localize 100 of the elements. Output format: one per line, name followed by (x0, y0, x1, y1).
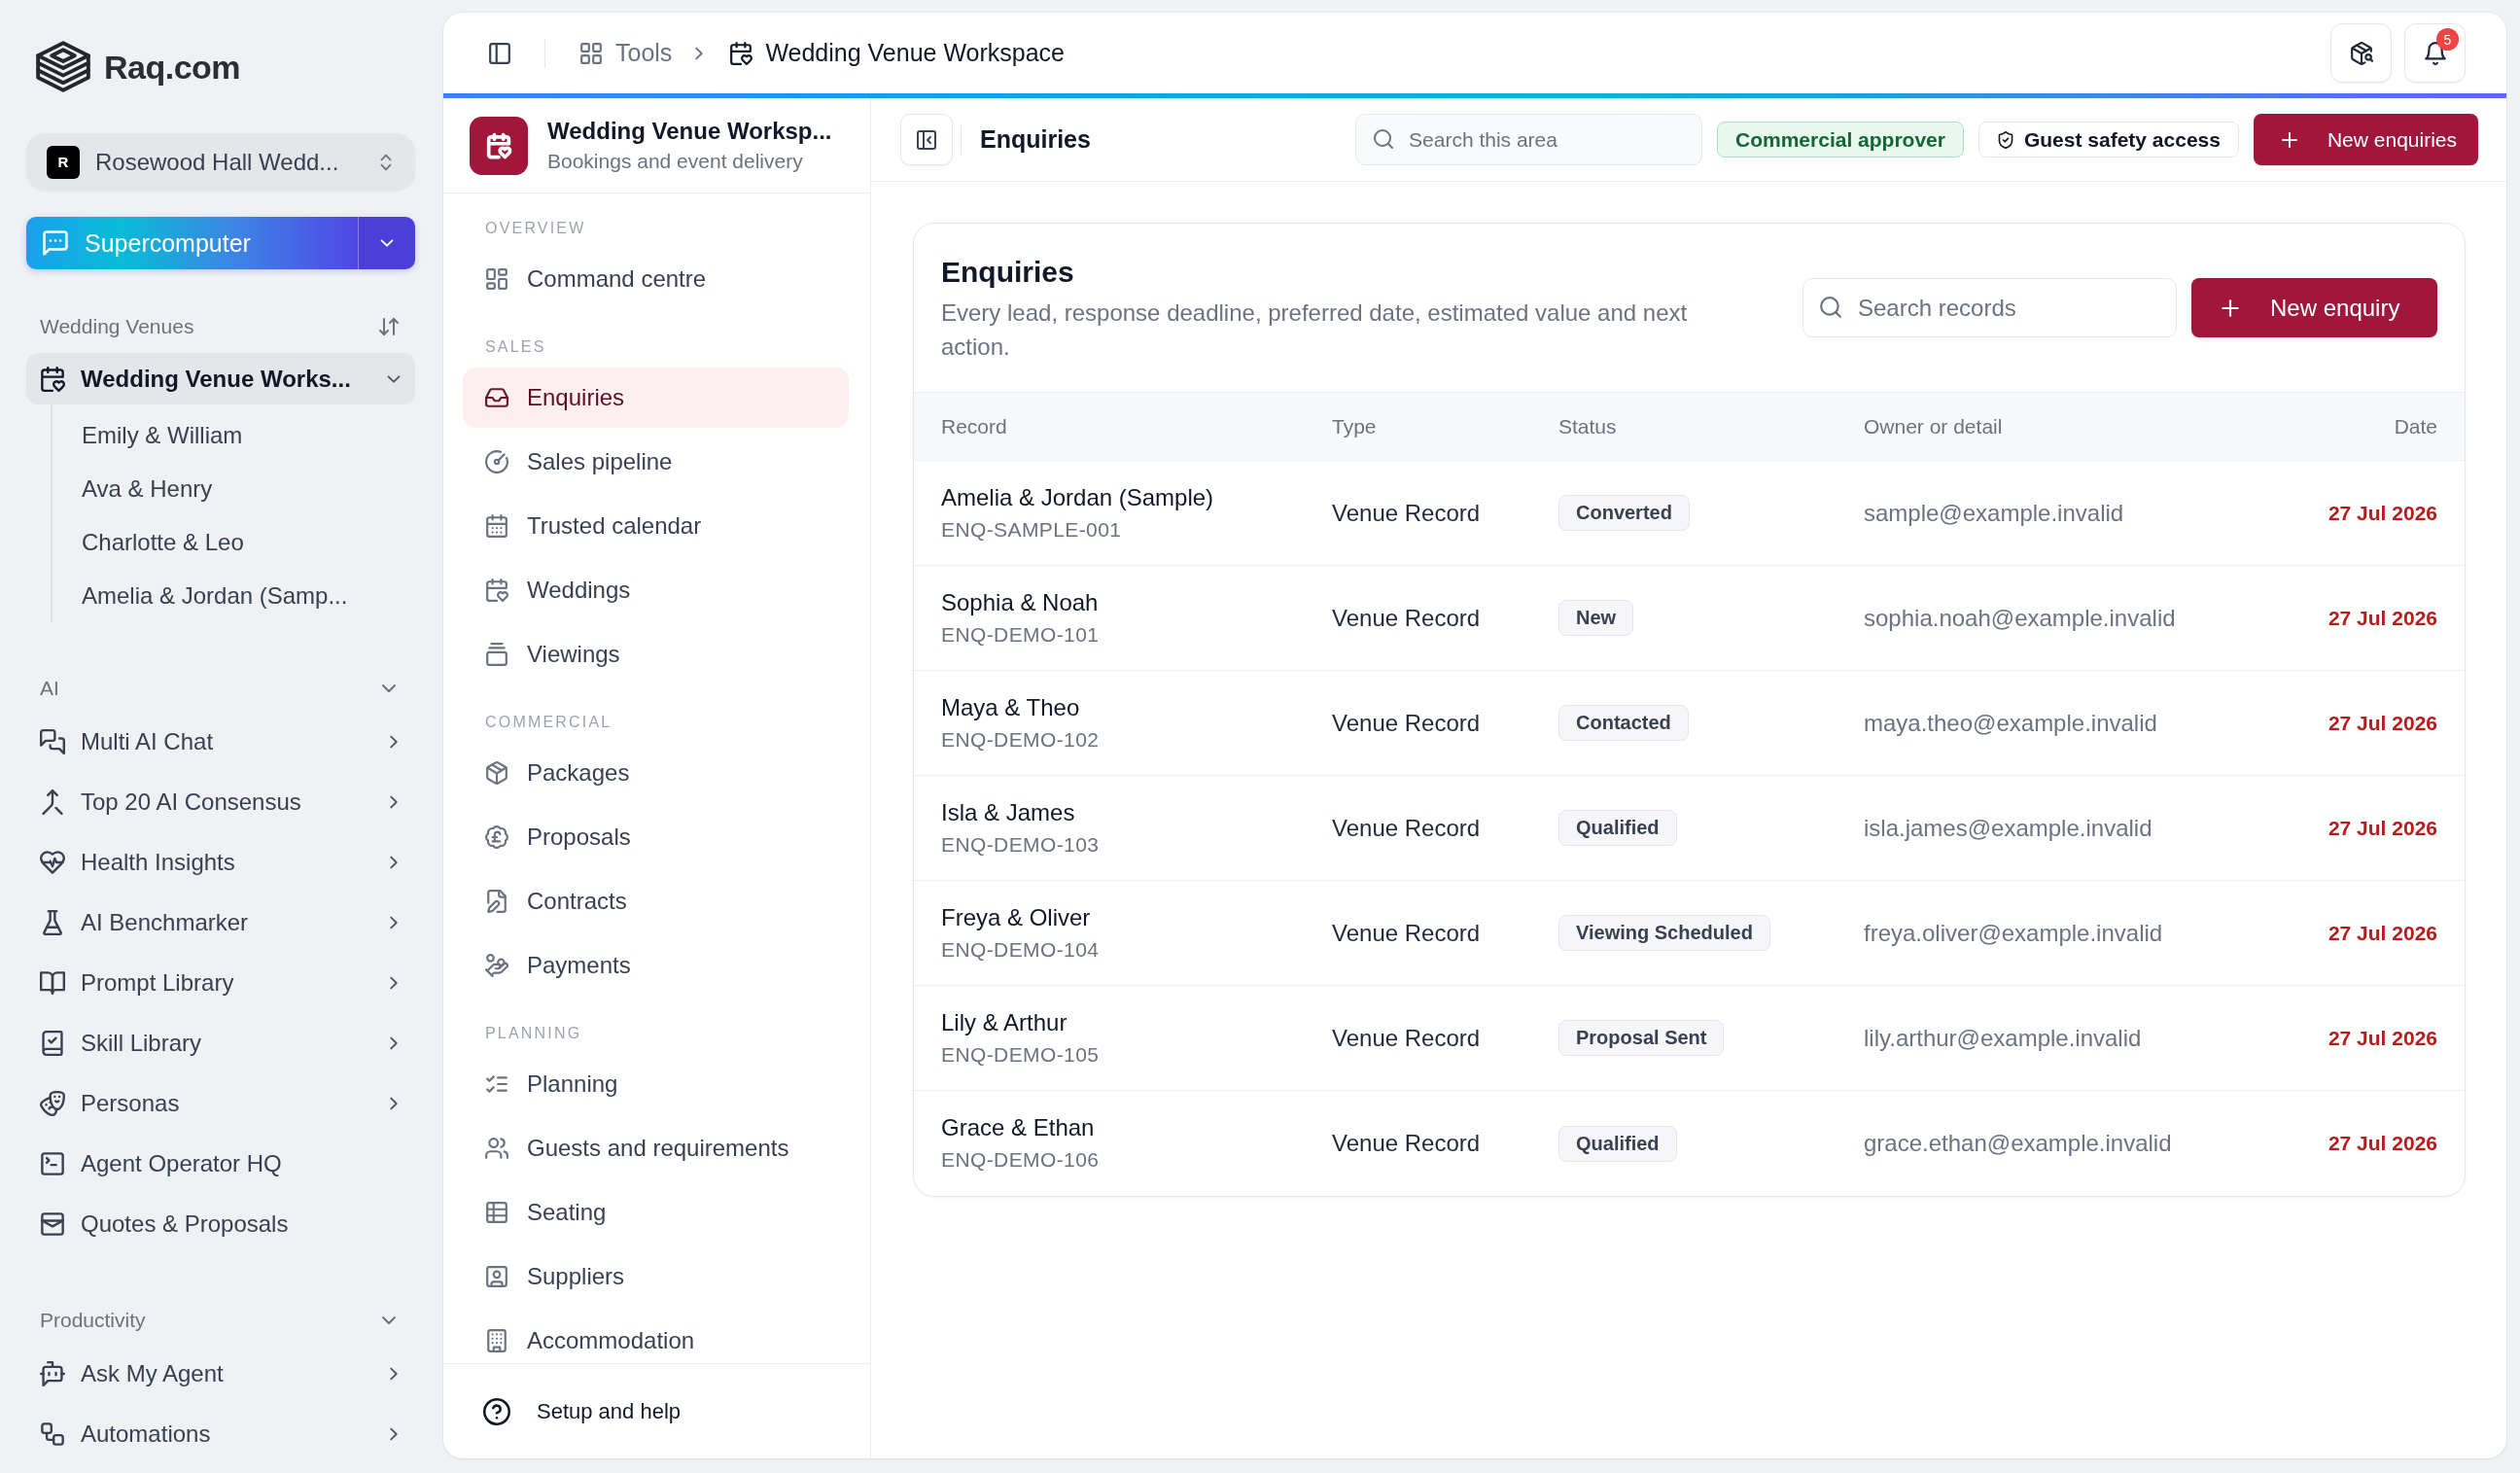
sidebar-item[interactable]: Wedding Venue Works... (26, 353, 415, 404)
nav-item[interactable]: Suppliers (463, 1246, 849, 1307)
nav-item[interactable]: Command centre (463, 249, 849, 309)
sidebar-item[interactable]: Automations (26, 1404, 415, 1464)
record-name: Amelia & Jordan (Sample) (941, 482, 1214, 512)
flask-icon (40, 910, 65, 935)
nav-item[interactable]: Trusted calendar (463, 496, 849, 556)
nav-item[interactable]: Weddings (463, 560, 849, 620)
record-name: Lily & Arthur (941, 1007, 1068, 1037)
sidebar-item[interactable]: Health Insights (26, 832, 415, 893)
sidebar-subitem[interactable]: Amelia & Jordan (Samp... (52, 569, 415, 622)
nav-item[interactable]: Contracts (463, 871, 849, 931)
record-id: ENQ-DEMO-102 (941, 726, 1100, 753)
stacked-layers-logo-icon (36, 41, 90, 93)
owner-email: isla.james@example.invalid (1864, 814, 2152, 842)
status-badge: Converted (1558, 495, 1690, 531)
record-date: 27 Jul 2026 (2328, 921, 2437, 945)
sort-arrows-icon[interactable] (378, 316, 400, 337)
nav-item[interactable]: Planning (463, 1054, 849, 1114)
record-id: ENQ-SAMPLE-001 (941, 516, 1122, 543)
sidebar-item[interactable]: Ask My Agent (26, 1344, 415, 1404)
nav-item[interactable]: Packages (463, 743, 849, 803)
file-pen-icon (485, 890, 508, 913)
pound-badge-icon (485, 825, 508, 849)
notification-count-badge: 5 (2436, 28, 2459, 51)
status-badge: Proposal Sent (1558, 1020, 1725, 1056)
search-field[interactable]: Search records (1802, 278, 2177, 337)
table-grid-icon (485, 1201, 508, 1224)
sidebar-item[interactable]: Prompt Library (26, 953, 415, 1013)
sidebar-item[interactable]: Top 20 AI Consensus (26, 772, 415, 832)
calendar-heart-icon (729, 41, 753, 65)
status-badge: New (1558, 600, 1634, 636)
panel-collapse-button[interactable] (900, 114, 953, 165)
sidebar-item[interactable]: Agent Operator HQ (26, 1134, 415, 1194)
record-date: 27 Jul 2026 (2328, 501, 2437, 525)
package-search-button[interactable] (2330, 23, 2392, 83)
package-search-icon (2349, 41, 2373, 65)
record-id: ENQ-DEMO-103 (941, 831, 1100, 858)
record-date: 27 Jul 2026 (2328, 816, 2437, 840)
record-date: 27 Jul 2026 (2328, 1132, 2437, 1155)
robot-chat-icon (40, 1361, 65, 1386)
sidebar-item[interactable]: Personas (26, 1073, 415, 1134)
nav-item[interactable]: Payments (463, 935, 849, 996)
nav-item[interactable]: Enquiries (463, 368, 849, 428)
sidebar-subitem[interactable]: Emily & William (52, 408, 415, 462)
sidebar-item[interactable]: Skill Library (26, 1013, 415, 1073)
calendar-heart-icon (40, 366, 65, 392)
inbox-icon (485, 386, 508, 409)
sidebar-toggle-icon (488, 41, 511, 65)
record-type: Venue Record (1332, 1130, 1481, 1157)
owner-email: maya.theo@example.invalid (1864, 709, 2157, 737)
nav-item[interactable]: Guests and requirements (463, 1118, 849, 1178)
calendar-icon (485, 514, 508, 538)
breadcrumb-link[interactable]: Wedding Venue Workspace (729, 39, 1065, 67)
record-id: ENQ-DEMO-104 (941, 936, 1100, 963)
sidebar-item[interactable]: Quotes & Proposals (26, 1194, 415, 1254)
nav-item[interactable]: Viewings (463, 624, 849, 684)
merge-arrow-icon (40, 789, 65, 815)
record-type: Venue Record (1332, 1024, 1481, 1052)
nav-item[interactable]: Accommodation (463, 1311, 849, 1363)
status-badge: Contacted (1558, 705, 1689, 741)
sidebar-item[interactable]: AI Benchmarker (26, 893, 415, 953)
open-book-icon (40, 970, 65, 996)
column-header: Status (1558, 414, 1617, 438)
nav-item[interactable]: Proposals (463, 807, 849, 867)
section-title: Productivity (40, 1309, 146, 1332)
brand-name: Raq.com (104, 48, 241, 87)
sidebar-subitem[interactable]: Ava & Henry (52, 462, 415, 515)
nav-item[interactable]: Seating (463, 1182, 849, 1243)
search-field[interactable]: Search this area (1355, 114, 1703, 165)
sidebar-subitem[interactable]: Charlotte & Leo (52, 515, 415, 569)
page-title: Enquiries (980, 125, 1091, 154)
user-card-icon (485, 1265, 508, 1288)
record-name: Maya & Theo (941, 692, 1080, 722)
breadcrumb-link[interactable]: Tools (579, 39, 673, 67)
help-icon (483, 1397, 510, 1425)
record-type: Venue Record (1332, 919, 1481, 947)
record-type: Venue Record (1332, 604, 1481, 632)
organization-switcher[interactable]: R Rosewood Hall Wedd... (26, 133, 415, 191)
column-header: Date (2394, 414, 2437, 438)
status-badge: Qualified (1558, 810, 1677, 846)
supercomputer-menu-button[interactable] (358, 217, 415, 269)
new-enquiry-button[interactable]: New enquiry (2191, 278, 2437, 337)
setup-help-link[interactable]: Setup and help (483, 1397, 682, 1425)
heart-pulse-icon (40, 850, 65, 875)
record-name: Grace & Ethan (941, 1113, 1095, 1142)
dashboard-grid-icon (485, 267, 508, 291)
new-enquiries-button[interactable]: New enquiries (2253, 114, 2478, 165)
theater-masks-icon (40, 1091, 65, 1116)
record-name: Freya & Oliver (941, 902, 1091, 932)
record-id: ENQ-DEMO-105 (941, 1041, 1100, 1068)
nav-group-label: COMMERCIAL (484, 713, 613, 732)
nav-group-label: SALES (484, 337, 547, 357)
owner-email: grace.ethan@example.invalid (1864, 1130, 2172, 1157)
card-description: Every lead, response deadline, preferred date, estimated value and next action. (941, 298, 1689, 362)
notifications-button[interactable]: 5 (2404, 23, 2466, 83)
nav-item[interactable]: Sales pipeline (463, 432, 849, 492)
sidebar-item[interactable]: Multi AI Chat (26, 712, 415, 772)
column-header: Owner or detail (1864, 414, 2003, 438)
terminal-icon (40, 1151, 65, 1176)
